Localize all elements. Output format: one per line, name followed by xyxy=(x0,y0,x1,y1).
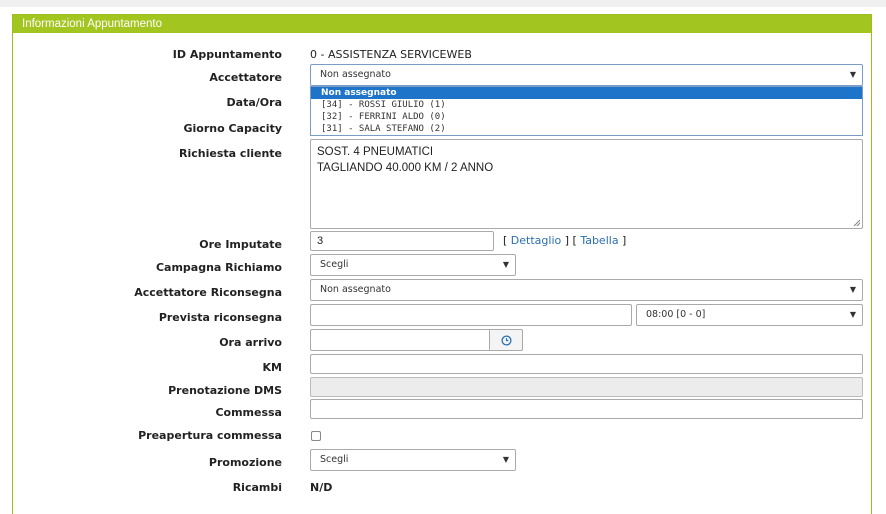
accettatore-riconsegna-selected: Non assegnato xyxy=(320,284,391,295)
label-promozione: Promozione xyxy=(208,456,282,469)
promozione-selected: Scegli xyxy=(320,454,349,465)
ore-links: [ Dettaglio ] [ Tabella ] xyxy=(503,234,627,247)
label-ora-arrivo: Ora arrivo xyxy=(219,336,282,349)
chevron-down-icon: ▼ xyxy=(502,260,509,269)
label-giorno-capacity: Giorno Capacity xyxy=(183,122,282,135)
accettatore-dropdown-list[interactable]: Non assegnato [34] - ROSSI GIULIO (1) [3… xyxy=(310,86,863,136)
clock-button[interactable] xyxy=(489,329,523,351)
chevron-down-icon: ▼ xyxy=(849,310,856,319)
id-appuntamento-value: 0 - ASSISTENZA SERVICEWEB xyxy=(310,48,472,61)
label-accettatore: Accettatore xyxy=(209,71,282,84)
label-ore-imputate: Ore Imputate xyxy=(199,238,282,251)
commessa-input[interactable] xyxy=(310,399,863,419)
ora-arrivo-input[interactable] xyxy=(310,329,490,351)
prevista-riconsegna-time-selected: 08:00 [0 - 0] xyxy=(646,309,706,320)
top-strip xyxy=(0,0,886,7)
richiesta-line-1: SOST. 4 PNEUMATICI xyxy=(317,146,434,158)
chevron-down-icon: ▼ xyxy=(849,285,856,294)
tabella-link[interactable]: Tabella xyxy=(580,234,618,247)
richiesta-cliente-textarea[interactable]: SOST. 4 PNEUMATICI TAGLIANDO 40.000 KM /… xyxy=(310,139,863,229)
campagna-richiamo-select[interactable]: Scegli ▼ xyxy=(310,254,516,276)
option-ferrini-aldo[interactable]: [32] - FERRINI ALDO (0) xyxy=(311,111,862,123)
ore-imputate-value: 3 xyxy=(317,235,324,247)
prevista-riconsegna-time-select[interactable]: 08:00 [0 - 0] ▼ xyxy=(636,304,863,326)
chevron-down-icon: ▼ xyxy=(849,70,856,79)
panel-title: Informazioni Appuntamento xyxy=(13,15,871,33)
promozione-select[interactable]: Scegli ▼ xyxy=(310,449,516,471)
dettaglio-link[interactable]: Dettaglio xyxy=(511,234,561,247)
clock-icon xyxy=(500,334,512,346)
option-rossi-giulio[interactable]: [34] - ROSSI GIULIO (1) xyxy=(311,99,862,111)
label-prevista-riconsegna: Prevista riconsegna xyxy=(158,311,282,324)
label-campagna-richiamo: Campagna Richiamo xyxy=(155,261,282,274)
campagna-richiamo-selected: Scegli xyxy=(320,259,349,270)
prevista-riconsegna-date-input[interactable] xyxy=(310,304,632,326)
label-commessa: Commessa xyxy=(215,406,282,419)
label-preapertura-commessa: Preapertura commessa xyxy=(138,429,282,442)
resize-grip-icon[interactable] xyxy=(854,220,860,226)
label-richiesta-cliente: Richiesta cliente xyxy=(179,147,282,160)
option-non-assegnato[interactable]: Non assegnato xyxy=(311,87,862,99)
option-sala-stefano[interactable]: [31] - SALA STEFANO (2) xyxy=(311,123,862,135)
label-ricambi: Ricambi xyxy=(232,481,282,494)
ricambi-value: N/D xyxy=(310,481,333,494)
richiesta-line-2: TAGLIANDO 40.000 KM / 2 ANNO xyxy=(317,162,494,174)
prenotazione-dms-input xyxy=(310,377,863,397)
preapertura-commessa-checkbox[interactable] xyxy=(311,431,321,441)
label-prenotazione-dms: Prenotazione DMS xyxy=(168,384,282,397)
km-input[interactable] xyxy=(310,354,863,374)
label-km: KM xyxy=(262,361,282,374)
accettatore-select[interactable]: Non assegnato ▼ xyxy=(310,64,863,86)
accettatore-riconsegna-select[interactable]: Non assegnato ▼ xyxy=(310,279,863,301)
label-accettatore-riconsegna: Accettatore Riconsegna xyxy=(134,286,282,299)
chevron-down-icon: ▼ xyxy=(502,455,509,464)
label-data-ora: Data/Ora xyxy=(226,96,282,109)
ore-imputate-input[interactable]: 3 xyxy=(310,231,494,251)
label-id-appuntamento: ID Appuntamento xyxy=(172,48,282,61)
accettatore-selected-value: Non assegnato xyxy=(320,69,391,80)
